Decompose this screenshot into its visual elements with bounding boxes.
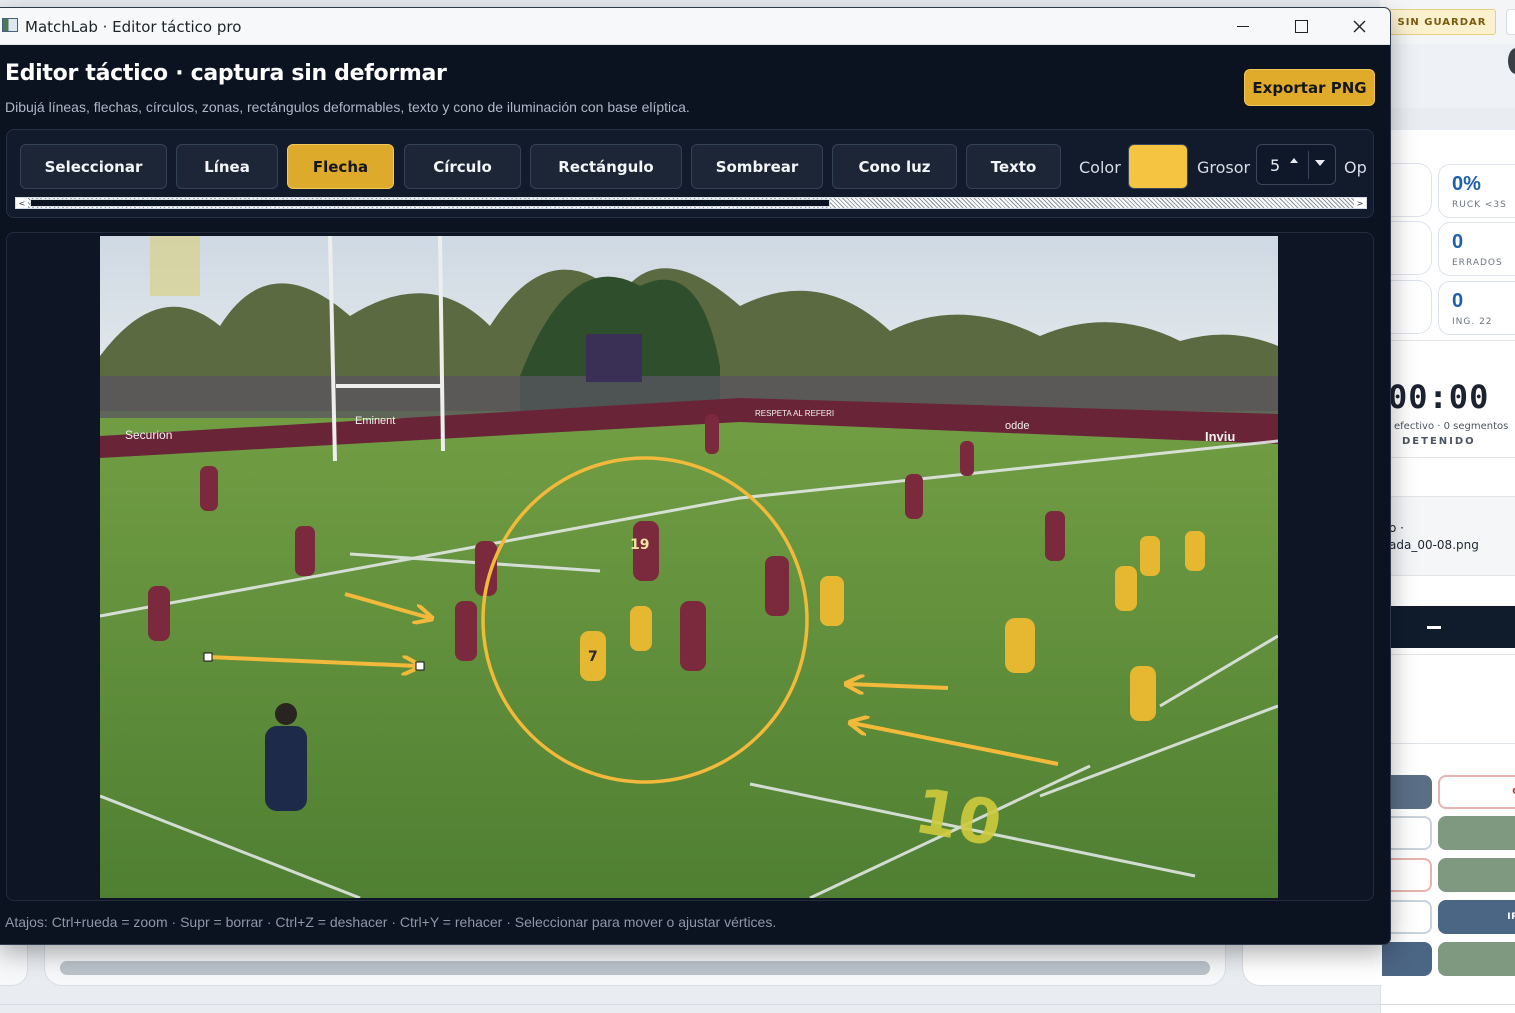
stat-card-errados: 0 ERRADOS xyxy=(1438,222,1515,276)
minimize-icon[interactable] xyxy=(1214,8,1272,45)
bg-divider xyxy=(0,1004,1515,1005)
jersey-number: 19 xyxy=(630,537,649,553)
bg-divider xyxy=(1380,743,1515,744)
stat-card-ruck: 0% RUCK <3S xyxy=(1438,164,1515,218)
scroll-left-icon[interactable]: < xyxy=(16,198,28,208)
board-text: odde xyxy=(1005,420,1029,432)
tool-select-button[interactable]: Seleccionar xyxy=(20,144,167,189)
app-icon xyxy=(2,18,18,32)
action-button[interactable]: GI xyxy=(1438,775,1515,809)
stat-card-ing22: 0 ING. 22 xyxy=(1438,281,1515,335)
bg-top-button[interactable] xyxy=(1506,9,1515,35)
stat-label: ING. 22 xyxy=(1452,317,1493,327)
file-label: o · xyxy=(1389,521,1404,535)
board-text: RESPETA AL REFERI xyxy=(755,409,834,418)
action-button[interactable]: SI xyxy=(1438,858,1515,892)
stat-label: ERRADOS xyxy=(1452,258,1503,268)
chevron-up-icon[interactable] xyxy=(1290,158,1298,163)
bg-divider xyxy=(1380,457,1515,458)
action-button[interactable]: S xyxy=(1438,816,1515,850)
tool-shade-button[interactable]: Sombrear xyxy=(691,144,823,189)
stepper-divider xyxy=(1308,151,1309,179)
bg-divider xyxy=(1380,654,1515,655)
referee-head xyxy=(275,703,297,725)
tool-arrow-button[interactable]: Flecha xyxy=(287,144,394,189)
editor-subtitle: Dibujá líneas, flechas, círculos, zonas,… xyxy=(5,99,690,115)
timer-state: DETENIDO xyxy=(1402,436,1476,447)
bg-divider xyxy=(1380,340,1515,341)
editor-title: Editor táctico · captura sin deformar xyxy=(5,61,447,86)
rugby-lineout-photo[interactable]: Securion Eminent Inviu RESPETA AL REFERI… xyxy=(100,236,1278,898)
thickness-label: Grosor xyxy=(1197,158,1251,177)
collapse-bar[interactable] xyxy=(1380,606,1515,648)
action-button[interactable]: R xyxy=(1438,942,1515,976)
board-text: Securion xyxy=(125,428,172,442)
opacity-label: Op xyxy=(1344,158,1367,177)
tool-circle-button[interactable]: Círculo xyxy=(404,144,521,189)
color-swatch[interactable] xyxy=(1128,144,1188,189)
stat-value: 0 xyxy=(1452,231,1464,253)
tool-text-button[interactable]: Texto xyxy=(966,144,1061,189)
bg-panel-edge xyxy=(0,944,28,986)
timeline-scrollbar[interactable] xyxy=(60,961,1210,975)
file-card xyxy=(1380,496,1515,576)
drawing-canvas[interactable]: Securion Eminent Inviu RESPETA AL REFERI… xyxy=(6,232,1374,901)
board-text: Eminent xyxy=(355,415,395,427)
bg-panel-header xyxy=(1380,44,1515,108)
action-button[interactable]: IR I xyxy=(1438,900,1515,934)
scoreboard xyxy=(586,334,642,382)
tool-light-cone-button[interactable]: Cono luz xyxy=(832,144,957,189)
toolbar-scrollbar[interactable]: < > xyxy=(15,197,1367,209)
shortcuts-status: Atajos: Ctrl+rueda = zoom · Supr = borra… xyxy=(5,914,777,930)
vertex-handle[interactable] xyxy=(203,652,213,662)
referee xyxy=(265,726,307,811)
thickness-stepper[interactable]: 5 xyxy=(1256,144,1336,185)
field-number: 10 xyxy=(909,774,1007,861)
stat-value: 0% xyxy=(1452,173,1481,195)
close-icon[interactable] xyxy=(1330,8,1388,45)
tower xyxy=(150,236,200,296)
thickness-value: 5 xyxy=(1270,156,1281,175)
maximize-icon[interactable] xyxy=(1272,8,1330,45)
timer-subtitle: efectivo · 0 segmentos xyxy=(1394,421,1509,432)
unsaved-badge: SIN GUARDAR xyxy=(1388,9,1496,35)
chevron-down-icon[interactable] xyxy=(1315,160,1325,166)
export-png-button[interactable]: Exportar PNG xyxy=(1244,69,1375,106)
file-name: ada_00-08.png xyxy=(1389,538,1479,552)
tactical-editor-window: MatchLab · Editor táctico pro Editor tác… xyxy=(0,8,1390,944)
window-title: MatchLab · Editor táctico pro xyxy=(25,18,242,36)
minus-icon xyxy=(1426,625,1441,629)
scroll-right-icon[interactable]: > xyxy=(1354,198,1366,208)
tool-toolbar: Seleccionar Línea Flecha Círculo Rectáng… xyxy=(6,129,1374,218)
timer-display: 00:00 xyxy=(1388,378,1490,416)
tool-line-button[interactable]: Línea xyxy=(176,144,278,189)
jersey-number: 7 xyxy=(588,649,598,665)
bg-panel-edge xyxy=(1242,944,1382,986)
stat-value: 0 xyxy=(1452,290,1464,312)
board-text: Inviu xyxy=(1205,429,1235,444)
stat-label: RUCK <3S xyxy=(1452,200,1507,210)
title-bar[interactable]: MatchLab · Editor táctico pro xyxy=(0,8,1390,45)
tool-rectangle-button[interactable]: Rectángulo xyxy=(530,144,682,189)
vertex-handle[interactable] xyxy=(415,661,425,671)
close-glyph xyxy=(1353,20,1365,33)
color-label: Color xyxy=(1079,158,1121,177)
scrollbar-thumb[interactable] xyxy=(30,199,830,207)
